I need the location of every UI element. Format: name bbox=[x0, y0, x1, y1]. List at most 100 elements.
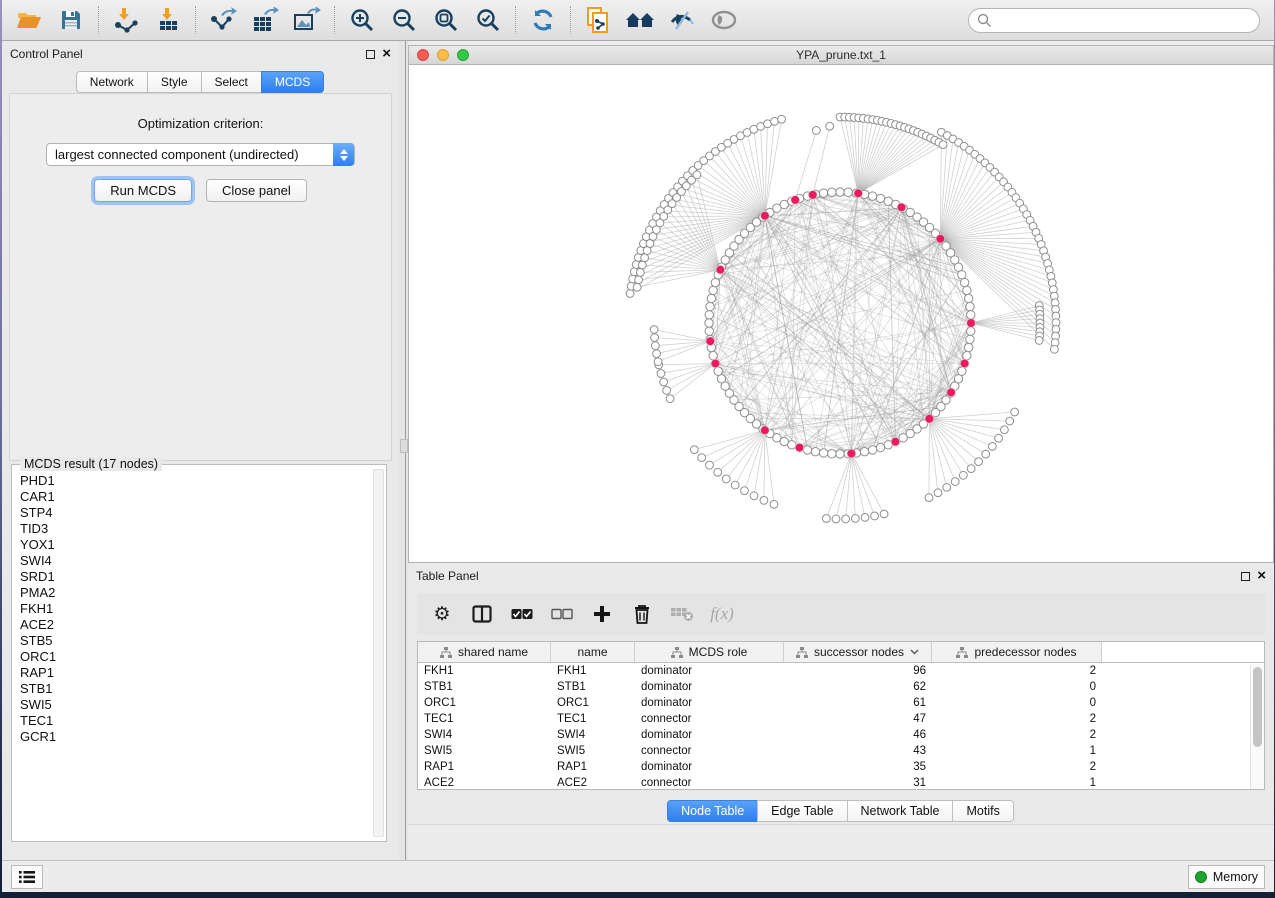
tab-node-table[interactable]: Node Table bbox=[667, 800, 758, 822]
mcds-result-item[interactable]: ORC1 bbox=[18, 649, 372, 665]
column-header-predecessor-nodes[interactable]: predecessor nodes bbox=[932, 642, 1102, 662]
mcds-result-item[interactable]: SRD1 bbox=[18, 569, 372, 585]
mcds-result-item[interactable]: CAR1 bbox=[18, 489, 372, 505]
function-builder-button[interactable]: f(x) bbox=[707, 599, 737, 629]
export-network-button[interactable] bbox=[202, 3, 244, 37]
memory-button[interactable]: Memory bbox=[1188, 865, 1265, 889]
mcds-result-item[interactable]: FKH1 bbox=[18, 601, 372, 617]
graphics-details-button[interactable] bbox=[661, 3, 703, 37]
table-cell: STB1 bbox=[551, 681, 635, 693]
close-panel-button[interactable]: Close panel bbox=[206, 179, 307, 202]
export-image-button[interactable] bbox=[286, 3, 328, 37]
zoom-out-button[interactable] bbox=[383, 3, 425, 37]
tab-mcds[interactable]: MCDS bbox=[261, 71, 324, 93]
apply-layout-button[interactable] bbox=[522, 3, 564, 37]
combo-arrows-icon bbox=[333, 143, 354, 166]
tab-style[interactable]: Style bbox=[147, 71, 202, 93]
optimization-criterion-select[interactable]: largest connected component (undirected) bbox=[46, 143, 355, 166]
mcds-result-item[interactable]: TID3 bbox=[18, 521, 372, 537]
select-all-columns-button[interactable] bbox=[507, 599, 537, 629]
mcds-result-item[interactable]: YOX1 bbox=[18, 537, 372, 553]
run-mcds-button[interactable]: Run MCDS bbox=[94, 179, 192, 202]
splitter-grip[interactable] bbox=[400, 439, 408, 453]
save-session-button[interactable] bbox=[50, 3, 92, 37]
zoom-in-button[interactable] bbox=[341, 3, 383, 37]
status-bar: Memory bbox=[2, 860, 1274, 892]
search-box[interactable] bbox=[968, 8, 1260, 33]
network-canvas[interactable] bbox=[408, 65, 1274, 563]
column-header-name[interactable]: name bbox=[551, 642, 635, 662]
toolbar-separator bbox=[334, 6, 335, 34]
mcds-result-item[interactable]: PMA2 bbox=[18, 585, 372, 601]
network-from-selection-button[interactable] bbox=[577, 3, 619, 37]
toolbar-separator bbox=[195, 6, 196, 34]
column-header-label: predecessor nodes bbox=[974, 645, 1076, 659]
import-network-button[interactable] bbox=[105, 3, 147, 37]
export-table-button[interactable] bbox=[244, 3, 286, 37]
eye-icon bbox=[710, 9, 738, 31]
zoom-fit-button[interactable] bbox=[425, 3, 467, 37]
mcds-result-item[interactable]: PHD1 bbox=[18, 473, 372, 489]
unselect-all-columns-button[interactable] bbox=[547, 599, 577, 629]
search-input[interactable] bbox=[992, 13, 1251, 27]
tab-select[interactable]: Select bbox=[201, 71, 262, 93]
column-header-shared-name[interactable]: shared name bbox=[418, 642, 551, 662]
tab-network-table[interactable]: Network Table bbox=[847, 800, 954, 822]
mcds-result-item[interactable]: SWI4 bbox=[18, 553, 372, 569]
column-header-successor-nodes[interactable]: successor nodes bbox=[784, 642, 932, 662]
table-row[interactable]: FKH1FKH1dominator962 bbox=[418, 663, 1264, 679]
network-window: YPA_prune.txt_1 bbox=[408, 45, 1274, 563]
table-vertical-scrollbar[interactable] bbox=[1250, 664, 1264, 789]
table-row[interactable]: SWI4SWI4dominator462 bbox=[418, 727, 1264, 743]
table-options-button[interactable]: ⚙ bbox=[427, 599, 457, 629]
table-cell: FKH1 bbox=[418, 665, 551, 677]
table-row[interactable]: STB1STB1dominator620 bbox=[418, 679, 1264, 695]
mcds-result-item[interactable]: GCR1 bbox=[18, 729, 372, 745]
first-neighbors-button[interactable] bbox=[619, 3, 661, 37]
mcds-result-item[interactable]: SWI5 bbox=[18, 697, 372, 713]
mcds-result-item[interactable]: RAP1 bbox=[18, 665, 372, 681]
task-history-button[interactable] bbox=[11, 865, 43, 889]
table-cell: 2 bbox=[932, 729, 1102, 741]
hide-selected-button[interactable] bbox=[703, 3, 745, 37]
table-cell: 35 bbox=[784, 761, 932, 773]
scrollbar-thumb[interactable] bbox=[1253, 667, 1262, 747]
create-column-button[interactable] bbox=[587, 599, 617, 629]
mcds-result-item[interactable]: ACE2 bbox=[18, 617, 372, 633]
float-panel-icon[interactable] bbox=[1241, 572, 1250, 581]
tab-edge-table[interactable]: Edge Table bbox=[757, 800, 847, 822]
table-row[interactable]: RAP1RAP1dominator352 bbox=[418, 759, 1264, 775]
mcds-list-scrollbar[interactable] bbox=[373, 469, 384, 837]
mcds-result-item[interactable]: STB5 bbox=[18, 633, 372, 649]
table-row[interactable]: ORC1ORC1dominator610 bbox=[418, 695, 1264, 711]
open-session-button[interactable] bbox=[8, 3, 50, 37]
mcds-result-item[interactable]: TEC1 bbox=[18, 713, 372, 729]
table-row[interactable]: TEC1TEC1connector472 bbox=[418, 711, 1264, 727]
close-panel-icon[interactable]: × bbox=[382, 49, 391, 59]
delete-table-button[interactable] bbox=[667, 599, 697, 629]
mcds-result-list: PHD1CAR1STP4TID3YOX1SWI4SRD1PMA2FKH1ACE2… bbox=[18, 473, 372, 837]
search-icon bbox=[977, 13, 992, 28]
tab-network[interactable]: Network bbox=[76, 71, 148, 93]
table-toolbar: ⚙ bbox=[417, 593, 1265, 635]
houses-icon bbox=[625, 8, 655, 32]
table-row[interactable]: ACE2ACE2connector311 bbox=[418, 775, 1264, 790]
table-cell: SWI4 bbox=[551, 729, 635, 741]
column-header-MCDS-role[interactable]: MCDS role bbox=[635, 642, 784, 662]
tab-motifs[interactable]: Motifs bbox=[952, 800, 1013, 822]
float-panel-icon[interactable] bbox=[366, 50, 375, 59]
mcds-result-item[interactable]: STP4 bbox=[18, 505, 372, 521]
close-panel-icon[interactable]: × bbox=[1257, 571, 1266, 581]
panel-splitter[interactable] bbox=[399, 41, 408, 860]
zoom-selected-button[interactable] bbox=[467, 3, 509, 37]
table-row[interactable]: SWI5SWI5connector431 bbox=[418, 743, 1264, 759]
table-cell: 0 bbox=[932, 697, 1102, 709]
table-cell: connector bbox=[635, 745, 784, 757]
import-table-icon bbox=[155, 7, 181, 33]
table-cell: 96 bbox=[784, 665, 932, 677]
delete-column-button[interactable] bbox=[627, 599, 657, 629]
unchecked-boxes-icon bbox=[551, 608, 573, 620]
mcds-result-item[interactable]: STB1 bbox=[18, 681, 372, 697]
import-table-button[interactable] bbox=[147, 3, 189, 37]
show-columns-button[interactable] bbox=[467, 599, 497, 629]
